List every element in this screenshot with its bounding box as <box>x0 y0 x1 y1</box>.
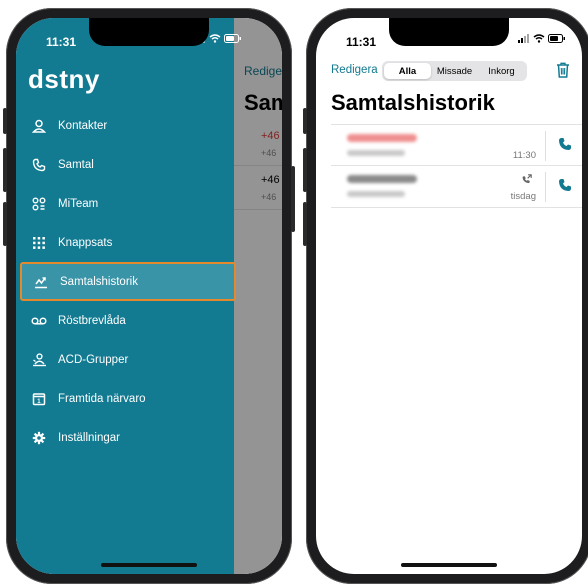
menu-item-installningar[interactable]: Inställningar <box>20 418 236 457</box>
menu-item-label: Framtida närvaro <box>58 392 146 405</box>
call-row[interactable]: 11:30 <box>331 124 582 166</box>
volume-down-button <box>3 202 7 246</box>
edit-button[interactable]: Redigera <box>331 64 378 76</box>
screen-right: 11:31 Redigera Alla Missade Inkorg Samta… <box>316 18 582 574</box>
status-time: 11:31 <box>46 35 77 49</box>
menu-item-label: Samtalshistorik <box>60 275 138 288</box>
notch <box>89 18 209 46</box>
call-history-list: 11:30 tisdag <box>331 124 582 208</box>
menu-item-framtida-narvaro[interactable]: 1 Framtida närvaro <box>20 379 236 418</box>
person-icon <box>30 117 48 135</box>
wifi-icon <box>209 34 221 43</box>
call-back-phone-icon[interactable] <box>558 178 572 197</box>
menu-item-label: Kontakter <box>58 119 108 132</box>
filter-segmented-control: Alla Missade Inkorg <box>382 61 527 81</box>
status-time: 11:31 <box>346 35 377 49</box>
volume-up-button <box>303 148 307 192</box>
screen-left: Redigera Samtalshistorik +46 +46 +46 +46… <box>16 18 282 574</box>
menu-item-label: Inställningar <box>58 431 121 444</box>
menu-item-label: MiTeam <box>58 197 99 210</box>
call-time: 11:30 <box>512 150 536 161</box>
call-number-redacted <box>347 134 417 142</box>
call-time: tisdag <box>510 191 536 202</box>
outgoing-call-icon <box>521 172 532 190</box>
menu-item-knappsats[interactable]: Knappsats <box>20 223 236 262</box>
menu-item-samtalshistorik[interactable]: Samtalshistorik <box>20 262 236 301</box>
filter-inkorg[interactable]: Inkorg <box>478 63 525 79</box>
calendar-icon: 1 <box>30 390 48 408</box>
phone-frame-right: 11:31 Redigera Alla Missade Inkorg Samta… <box>303 8 588 584</box>
phone-frame-left: Redigera Samtalshistorik +46 +46 +46 +46… <box>3 8 295 584</box>
home-indicator <box>401 563 497 567</box>
volume-up-button <box>3 148 7 192</box>
row-divider <box>545 172 546 202</box>
call-number-redacted <box>347 175 417 183</box>
mute-switch <box>3 108 7 134</box>
mute-switch <box>303 108 307 134</box>
call-history-icon <box>32 273 50 291</box>
menu-item-label: Knappsats <box>58 236 113 249</box>
call-sub-redacted <box>347 191 405 197</box>
signal-icon <box>518 34 529 43</box>
battery-icon <box>548 34 565 43</box>
trash-icon[interactable] <box>556 62 570 83</box>
keypad-icon <box>30 234 48 252</box>
drawer-menu: Kontakter Samtal MiTeam Knappsats Samtal… <box>20 106 236 457</box>
team-icon <box>30 195 48 213</box>
navigation-drawer: 11:31 dstny Kontakter Samtal MiTeam Knap… <box>16 18 241 574</box>
dstny-logo: dstny <box>28 64 100 94</box>
battery-icon <box>224 34 241 43</box>
notch <box>389 18 509 46</box>
status-icons <box>518 34 566 43</box>
voicemail-icon <box>30 312 48 330</box>
call-sub-redacted <box>347 150 405 156</box>
filter-missade[interactable]: Missade <box>431 63 478 79</box>
menu-item-rostbrevlada[interactable]: Röstbrevlåda <box>20 301 236 340</box>
row-divider <box>545 131 546 161</box>
phone-icon <box>30 156 48 174</box>
call-row[interactable]: tisdag <box>331 166 582 208</box>
filter-alla[interactable]: Alla <box>384 63 431 79</box>
menu-item-kontakter[interactable]: Kontakter <box>20 106 236 145</box>
menu-item-acd-grupper[interactable]: ACD-Grupper <box>20 340 236 379</box>
menu-item-miteam[interactable]: MiTeam <box>20 184 236 223</box>
menu-item-label: Samtal <box>58 158 94 171</box>
wifi-icon <box>533 34 545 43</box>
menu-item-label: Röstbrevlåda <box>58 314 126 327</box>
power-button <box>291 166 295 232</box>
volume-down-button <box>303 202 307 246</box>
acd-group-icon <box>30 351 48 369</box>
call-back-phone-icon[interactable] <box>558 137 572 156</box>
menu-item-samtal[interactable]: Samtal <box>20 145 236 184</box>
toolbar: Redigera Alla Missade Inkorg <box>316 60 582 82</box>
home-indicator <box>101 563 197 567</box>
page-title: Samtalshistorik <box>331 90 495 115</box>
menu-item-label: ACD-Grupper <box>58 353 129 366</box>
gear-icon <box>30 429 48 447</box>
